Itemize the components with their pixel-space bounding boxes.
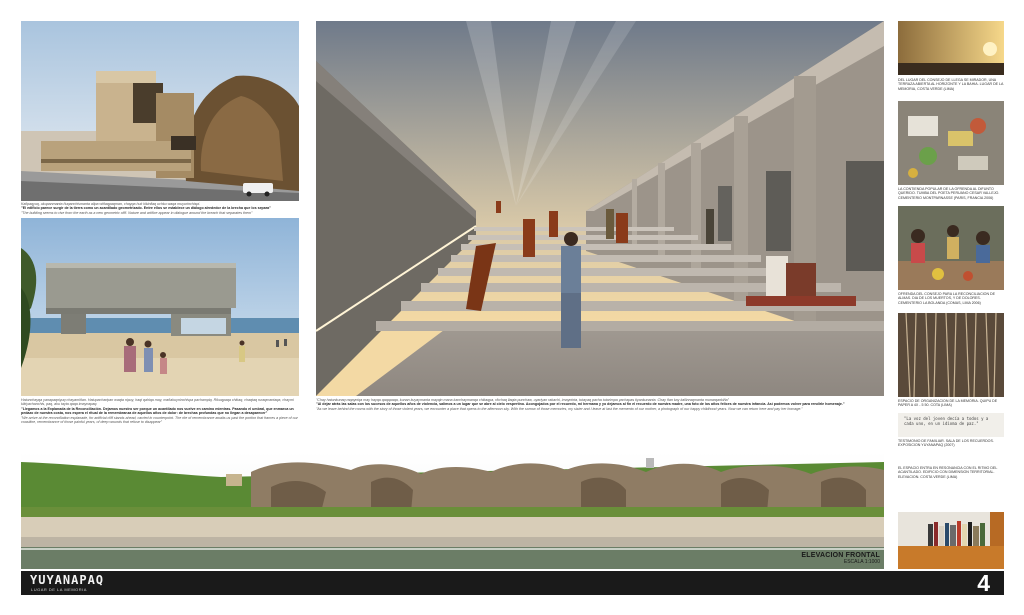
side-caption-6: EL ESPACIO ENTRA EN RESONANCIA CON EL RI… (898, 466, 998, 479)
caption-mid-left-english: "We arrive at the reconciliation esplana… (21, 415, 298, 425)
caption-center: "Chay hatunkunaq raqayniqa may hayqa qaq… (316, 398, 884, 411)
page-number: 4 (977, 570, 990, 596)
caption-mid-left: Hatunchayqa yanapaqniyuq chayamiñan. Hat… (21, 398, 299, 424)
logo-subtitle: LUGAR DE LA MEMORIA (31, 587, 87, 592)
bookshelf-photo (898, 512, 1004, 569)
caption-top-left-english: "The building seems to rise from the ear… (21, 210, 253, 215)
memorial-courtyard-render (316, 21, 884, 396)
brand-bar: YUYANAPAQ LUGAR DE LA MEMORIA 4 (21, 570, 1004, 596)
side-caption-3: OFRENDA DEL CONSEJO PARA LA RECONCILIACI… (898, 292, 996, 305)
caption-top-left: Kallpaqyuq, ukupanmanta ñuqanchismanta a… (21, 202, 299, 215)
caption-center-english: "As we leave behind the rooms with the s… (316, 406, 803, 411)
elevation-title: ELEVACION FRONTAL (801, 552, 880, 559)
caption-mid-left-spanish: "Llegamos a la Explanada de la Reconcili… (21, 406, 294, 416)
caption-mid-left-quechua: Hatunchayqa yanapaqniyuq chayamiñan. Hat… (21, 398, 294, 407)
elevation-scale: ESCALA 1:1000 (843, 559, 880, 565)
building-cliff-render (21, 21, 299, 201)
esplanade-render (21, 218, 299, 396)
side-caption-5: TESTIMONIO DE FAMILIAR. SALA DE LOS RECU… (898, 439, 994, 448)
day-of-dead-photo (898, 206, 1004, 290)
elevation-label: ELEVACION FRONTAL ESCALA 1:1000 (740, 552, 880, 565)
quote-card-text: "La voz del joven decía a todos y a cada… (904, 416, 989, 426)
offerings-tomb-photo (898, 101, 1004, 185)
side-caption-4: ESPACIO DE ORGANIZACION DE LA MEMORIA. Q… (898, 399, 998, 408)
sunset-terrace-photo (898, 21, 1004, 75)
side-caption-1: DEL LUGAR DEL CONSEJO DE LLEGA SE MIRADO… (898, 78, 1004, 91)
testimony-quote-card: "La voz del joven decía a todos y a cada… (898, 413, 1004, 437)
logo-text: YUYANAPAQ (30, 573, 105, 587)
side-caption-2: LA CONTIENDA POPULAR DE LA OFRENDA AL DI… (898, 187, 1000, 200)
quipu-photo (898, 313, 1004, 397)
